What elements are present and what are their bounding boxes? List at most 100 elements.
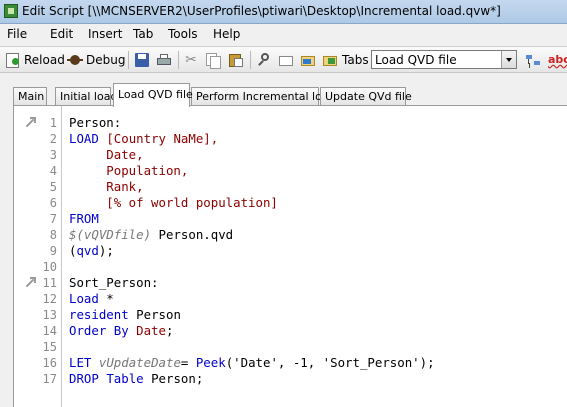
tab-select-dropdown[interactable]: Load QVD file [371, 50, 517, 69]
code-line[interactable]: Population, [69, 163, 188, 179]
reload-icon [5, 52, 21, 68]
code-line[interactable]: [% of world population] [69, 195, 278, 211]
code-line[interactable]: Order By Date; [69, 323, 173, 339]
code-line[interactable]: (qvd); [69, 243, 114, 259]
toolbar-separator [250, 51, 251, 69]
gutter-divider [61, 106, 62, 407]
menu-file[interactable]: File [5, 27, 29, 41]
code-token: $(vQVDfile) [69, 227, 152, 242]
print-button[interactable] [156, 51, 172, 69]
toolbar-separator [178, 51, 179, 69]
paste-icon [228, 52, 244, 68]
line-number: 17 [42, 372, 57, 386]
tabs-button[interactable]: Tabs [322, 51, 369, 69]
copy-icon [205, 52, 221, 69]
code-line[interactable]: $(vQVDfile) Person.qvd [69, 227, 233, 243]
debug-button[interactable]: Debug [67, 51, 125, 69]
code-token: * [98, 291, 114, 306]
tab-load-qvd-file[interactable]: Load QVD file [113, 83, 193, 107]
code-line[interactable]: Sort_Person: [69, 275, 159, 291]
code-line[interactable]: LOAD [Country NaMe], [69, 131, 218, 147]
open-folder-button[interactable] [300, 51, 316, 69]
code-line[interactable]: Person: [69, 115, 121, 131]
spell-check-button[interactable]: abc [548, 51, 567, 69]
table-viewer-icon [525, 52, 541, 68]
code-token: Table [106, 371, 144, 386]
code-line[interactable]: resident Person [69, 307, 181, 323]
line-number: 2 [49, 132, 57, 146]
line-number: 16 [42, 356, 57, 370]
code-line[interactable]: Rank, [69, 179, 144, 195]
code-line[interactable]: FROM [69, 211, 99, 227]
toolbar-separator [128, 51, 129, 69]
reload-button[interactable]: Reload [5, 51, 65, 69]
code-token: FROM [69, 211, 99, 226]
code-token: qvd [76, 243, 99, 258]
tabs-label: Tabs [342, 53, 369, 67]
line-number: 15 [42, 340, 57, 354]
code-token: vUpdateDate [98, 355, 181, 370]
code-token: Peek [195, 355, 226, 370]
code-token: Person: [69, 115, 122, 130]
tab-update-qvd-file[interactable]: Update QVd file [320, 87, 412, 105]
code-token: ; [166, 323, 174, 338]
code-token: Rank, [69, 179, 144, 194]
title-bar: Edit Script [\\MCNSERVER2\UserProfiles\p… [0, 0, 567, 24]
search-icon [256, 52, 272, 68]
tab-initial-load[interactable]: Initial load [55, 87, 117, 105]
code-token: Date, [69, 147, 144, 162]
menu-bar: File Edit Insert Tab Tools Help [0, 24, 567, 45]
debug-label: Debug [86, 53, 126, 67]
menu-tab[interactable]: Tab [131, 27, 155, 41]
code-token: Order By [69, 323, 129, 338]
tab-main[interactable]: Main [13, 87, 47, 105]
chevron-down-icon[interactable] [501, 51, 516, 68]
line-number: 5 [49, 180, 57, 194]
menu-insert[interactable]: Insert [86, 27, 124, 41]
save-icon [134, 52, 150, 68]
tab-select-value: Load QVD file [375, 53, 457, 67]
script-tab-strip: Main Initial load Load QVD file Perform … [0, 74, 567, 107]
tab-perform-incremental-load[interactable]: Perform Incremental load [191, 87, 336, 105]
code-line[interactable]: DROP Table Person; [69, 371, 203, 387]
code-token: Sort_Person: [69, 275, 159, 290]
save-button[interactable] [134, 51, 150, 69]
code-token: LOAD [69, 131, 107, 146]
folder-forward-icon [322, 52, 338, 68]
paste-button[interactable] [228, 51, 244, 69]
code-line[interactable]: Date, [69, 147, 144, 163]
table-viewer-button[interactable] [525, 51, 541, 69]
script-editor[interactable]: 1 Person: 2 LOAD [Country NaMe], 3 Date, 4 Po… [13, 105, 567, 407]
line-number: 7 [49, 212, 57, 226]
code-line[interactable]: LET vUpdateDate= Peek('Date', -1, 'Sort_… [69, 355, 435, 371]
code-token: [Country NaMe], [106, 131, 219, 146]
bug-icon [67, 52, 83, 68]
copy-button[interactable] [205, 51, 221, 69]
qlikview-app-icon [4, 4, 18, 18]
print-icon [156, 52, 172, 68]
new-file-button[interactable] [278, 51, 294, 69]
line-number: 4 [49, 164, 57, 178]
code-line[interactable]: Load * [69, 291, 114, 307]
line-number: 12 [42, 292, 57, 306]
find-button[interactable] [256, 51, 272, 69]
section-marker-icon [24, 116, 38, 130]
scissors-icon: ✂ [185, 52, 197, 68]
line-number: 13 [42, 308, 57, 322]
menu-help[interactable]: Help [211, 27, 242, 41]
code-token: Population, [69, 163, 189, 178]
line-number: 6 [49, 196, 57, 210]
cut-button[interactable]: ✂ [183, 51, 199, 69]
line-number: 3 [49, 148, 57, 162]
code-token: ('Date', -1, 'Sort_Person'); [225, 355, 435, 370]
code-token: DROP [69, 371, 99, 386]
menu-tools[interactable]: Tools [166, 27, 200, 41]
section-marker-icon [24, 276, 38, 290]
code-token: = [180, 355, 196, 370]
window-title: Edit Script [\\MCNSERVER2\UserProfiles\p… [22, 4, 501, 18]
code-token: LET [69, 355, 92, 370]
line-number: 9 [49, 244, 57, 258]
code-token: Person; [143, 371, 204, 386]
menu-edit[interactable]: Edit [48, 27, 75, 41]
